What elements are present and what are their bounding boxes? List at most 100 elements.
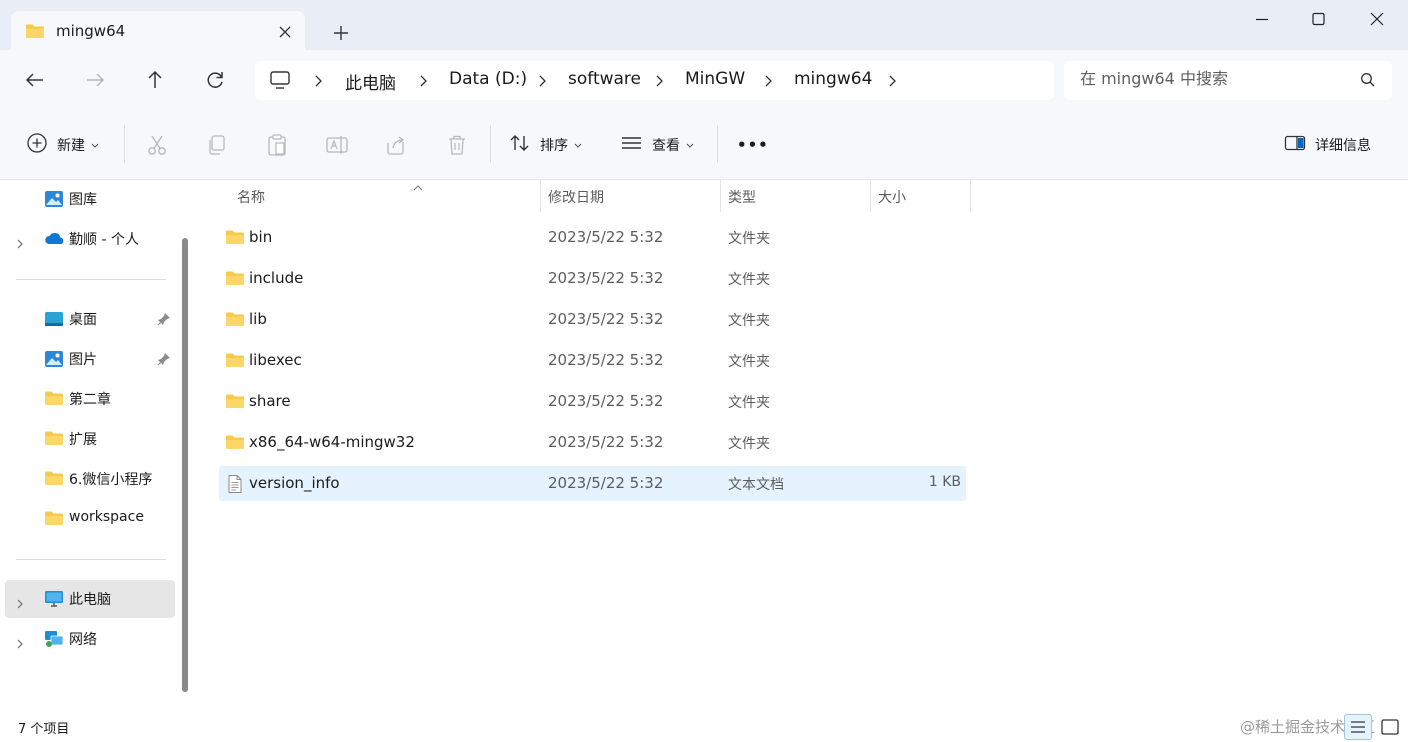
table-row[interactable]: share 2023/5/22 5:32 文件夹	[219, 384, 966, 419]
breadcrumb-software[interactable]: software	[568, 69, 641, 89]
plus-circle-icon	[26, 132, 48, 158]
column-header-date[interactable]: 修改日期	[540, 180, 720, 212]
sidebar-item-label: workspace	[69, 509, 144, 525]
table-row[interactable]: libexec 2023/5/22 5:32 文件夹	[219, 343, 966, 378]
folder-icon	[225, 434, 245, 454]
file-date: 2023/5/22 5:32	[548, 228, 664, 246]
file-date: 2023/5/22 5:32	[548, 351, 664, 369]
up-arrow-icon[interactable]	[137, 65, 173, 95]
tiles-view-icon[interactable]	[1376, 714, 1404, 740]
column-header-name[interactable]: 名称	[229, 180, 540, 212]
chevron-right-icon[interactable]	[16, 594, 24, 613]
sidebar-item-extensions[interactable]: 扩展	[5, 420, 175, 458]
more-options-button[interactable]: •••	[737, 130, 769, 160]
pin-icon[interactable]	[157, 351, 171, 370]
chevron-right-icon[interactable]	[313, 73, 323, 92]
column-header-size[interactable]: 大小	[870, 180, 970, 212]
table-row[interactable]: include 2023/5/22 5:32 文件夹	[219, 261, 966, 296]
minimize-icon[interactable]	[1233, 0, 1291, 40]
chevron-right-icon[interactable]	[537, 73, 547, 92]
chevron-right-icon[interactable]	[654, 73, 664, 92]
search-input[interactable]	[1080, 69, 1350, 88]
sidebar-scrollbar[interactable]	[182, 238, 188, 692]
file-name: lib	[249, 310, 267, 328]
plus-icon[interactable]	[326, 18, 356, 48]
sidebar-item-chapter-two[interactable]: 第二章	[5, 380, 175, 418]
table-row[interactable]: x86_64-w64-mingw32 2023/5/22 5:32 文件夹	[219, 425, 966, 460]
refresh-icon[interactable]	[197, 65, 233, 95]
search-icon[interactable]	[1360, 72, 1376, 92]
cut-icon[interactable]	[144, 132, 170, 158]
file-name: bin	[249, 228, 273, 246]
details-pane-icon	[1284, 134, 1306, 156]
command-bar: 新建 排序 查看 ••• 详细信息	[0, 110, 1408, 180]
file-name: version_info	[249, 474, 340, 492]
back-arrow-icon[interactable]	[17, 65, 53, 95]
forward-arrow-icon[interactable]	[77, 65, 113, 95]
address-bar[interactable]: 此电脑 Data (D:) software MinGW mingw64	[255, 61, 1054, 100]
details-view-icon[interactable]	[1344, 714, 1372, 740]
view-lines-icon	[621, 135, 643, 155]
file-type: 文件夹	[728, 313, 770, 329]
delete-icon[interactable]	[444, 132, 470, 158]
folder-icon	[25, 23, 45, 43]
table-row[interactable]: bin 2023/5/22 5:32 文件夹	[219, 220, 966, 255]
sidebar-item-workspace[interactable]: workspace	[5, 500, 175, 538]
file-name: share	[249, 392, 291, 410]
view-button[interactable]: 查看	[621, 130, 694, 160]
sidebar-item-gallery[interactable]: 图库	[5, 180, 175, 218]
sidebar-item-network[interactable]: 网络	[5, 620, 175, 658]
maximize-icon[interactable]	[1290, 0, 1348, 40]
search-box[interactable]	[1064, 61, 1392, 100]
chevron-right-icon[interactable]	[887, 73, 897, 92]
file-type: 文件夹	[728, 272, 770, 288]
pc-icon[interactable]	[269, 70, 291, 94]
sidebar-item-desktop[interactable]: 桌面	[5, 300, 175, 338]
rename-icon[interactable]	[324, 132, 350, 158]
separator	[16, 559, 166, 560]
file-name: include	[249, 269, 304, 287]
column-header-type[interactable]: 类型	[720, 180, 870, 212]
folder-icon	[44, 470, 64, 490]
details-label: 详细信息	[1315, 138, 1371, 154]
column-divider[interactable]	[970, 180, 971, 212]
tab-mingw64[interactable]: mingw64	[11, 11, 305, 51]
chevron-right-icon[interactable]	[418, 73, 428, 92]
folder-icon	[225, 311, 245, 331]
sort-button[interactable]: 排序	[509, 130, 582, 160]
chevron-right-icon[interactable]	[16, 634, 24, 653]
pin-icon[interactable]	[157, 311, 171, 330]
folder-icon	[225, 270, 245, 290]
file-name: libexec	[249, 351, 302, 369]
sidebar-item-wechat-miniprogram[interactable]: 6.微信小程序	[5, 460, 175, 498]
new-button[interactable]: 新建	[26, 130, 99, 160]
close-icon[interactable]	[1347, 0, 1405, 40]
sidebar-item-label: 勤顺 - 个人	[69, 232, 139, 248]
pc-icon	[44, 590, 64, 612]
chevron-right-icon[interactable]	[16, 234, 24, 253]
breadcrumb-this-pc[interactable]: 此电脑	[345, 69, 396, 94]
sidebar-item-pictures[interactable]: 图片	[5, 340, 175, 378]
sidebar-item-onedrive[interactable]: 勤顺 - 个人	[5, 220, 175, 258]
close-icon[interactable]	[275, 22, 295, 42]
chevron-right-icon[interactable]	[763, 73, 773, 92]
file-type: 文件夹	[728, 231, 770, 247]
sidebar-item-this-pc[interactable]: 此电脑	[5, 580, 175, 618]
paste-icon[interactable]	[264, 132, 290, 158]
copy-icon[interactable]	[204, 132, 230, 158]
breadcrumb-mingw64[interactable]: mingw64	[794, 69, 872, 89]
folder-icon	[44, 430, 64, 450]
breadcrumb-mingw[interactable]: MinGW	[685, 69, 745, 89]
sort-ascending-icon	[412, 180, 424, 196]
sidebar-item-label: 图库	[69, 192, 97, 208]
text-file-icon	[225, 475, 245, 497]
separator	[490, 125, 491, 163]
status-bar: 7 个项目 @稀土掘金技术社区	[0, 712, 1408, 742]
file-date: 2023/5/22 5:32	[548, 433, 664, 451]
details-pane-button[interactable]: 详细信息	[1284, 130, 1371, 160]
file-list: 名称 修改日期 类型 大小 bin 2023/5/22 5:32 文件夹 inc…	[196, 180, 1408, 712]
breadcrumb-data-drive[interactable]: Data (D:)	[449, 69, 527, 89]
table-row[interactable]: lib 2023/5/22 5:32 文件夹	[219, 302, 966, 337]
share-icon[interactable]	[384, 132, 410, 158]
table-row[interactable]: version_info 2023/5/22 5:32 文本文档 1 KB	[219, 466, 966, 501]
